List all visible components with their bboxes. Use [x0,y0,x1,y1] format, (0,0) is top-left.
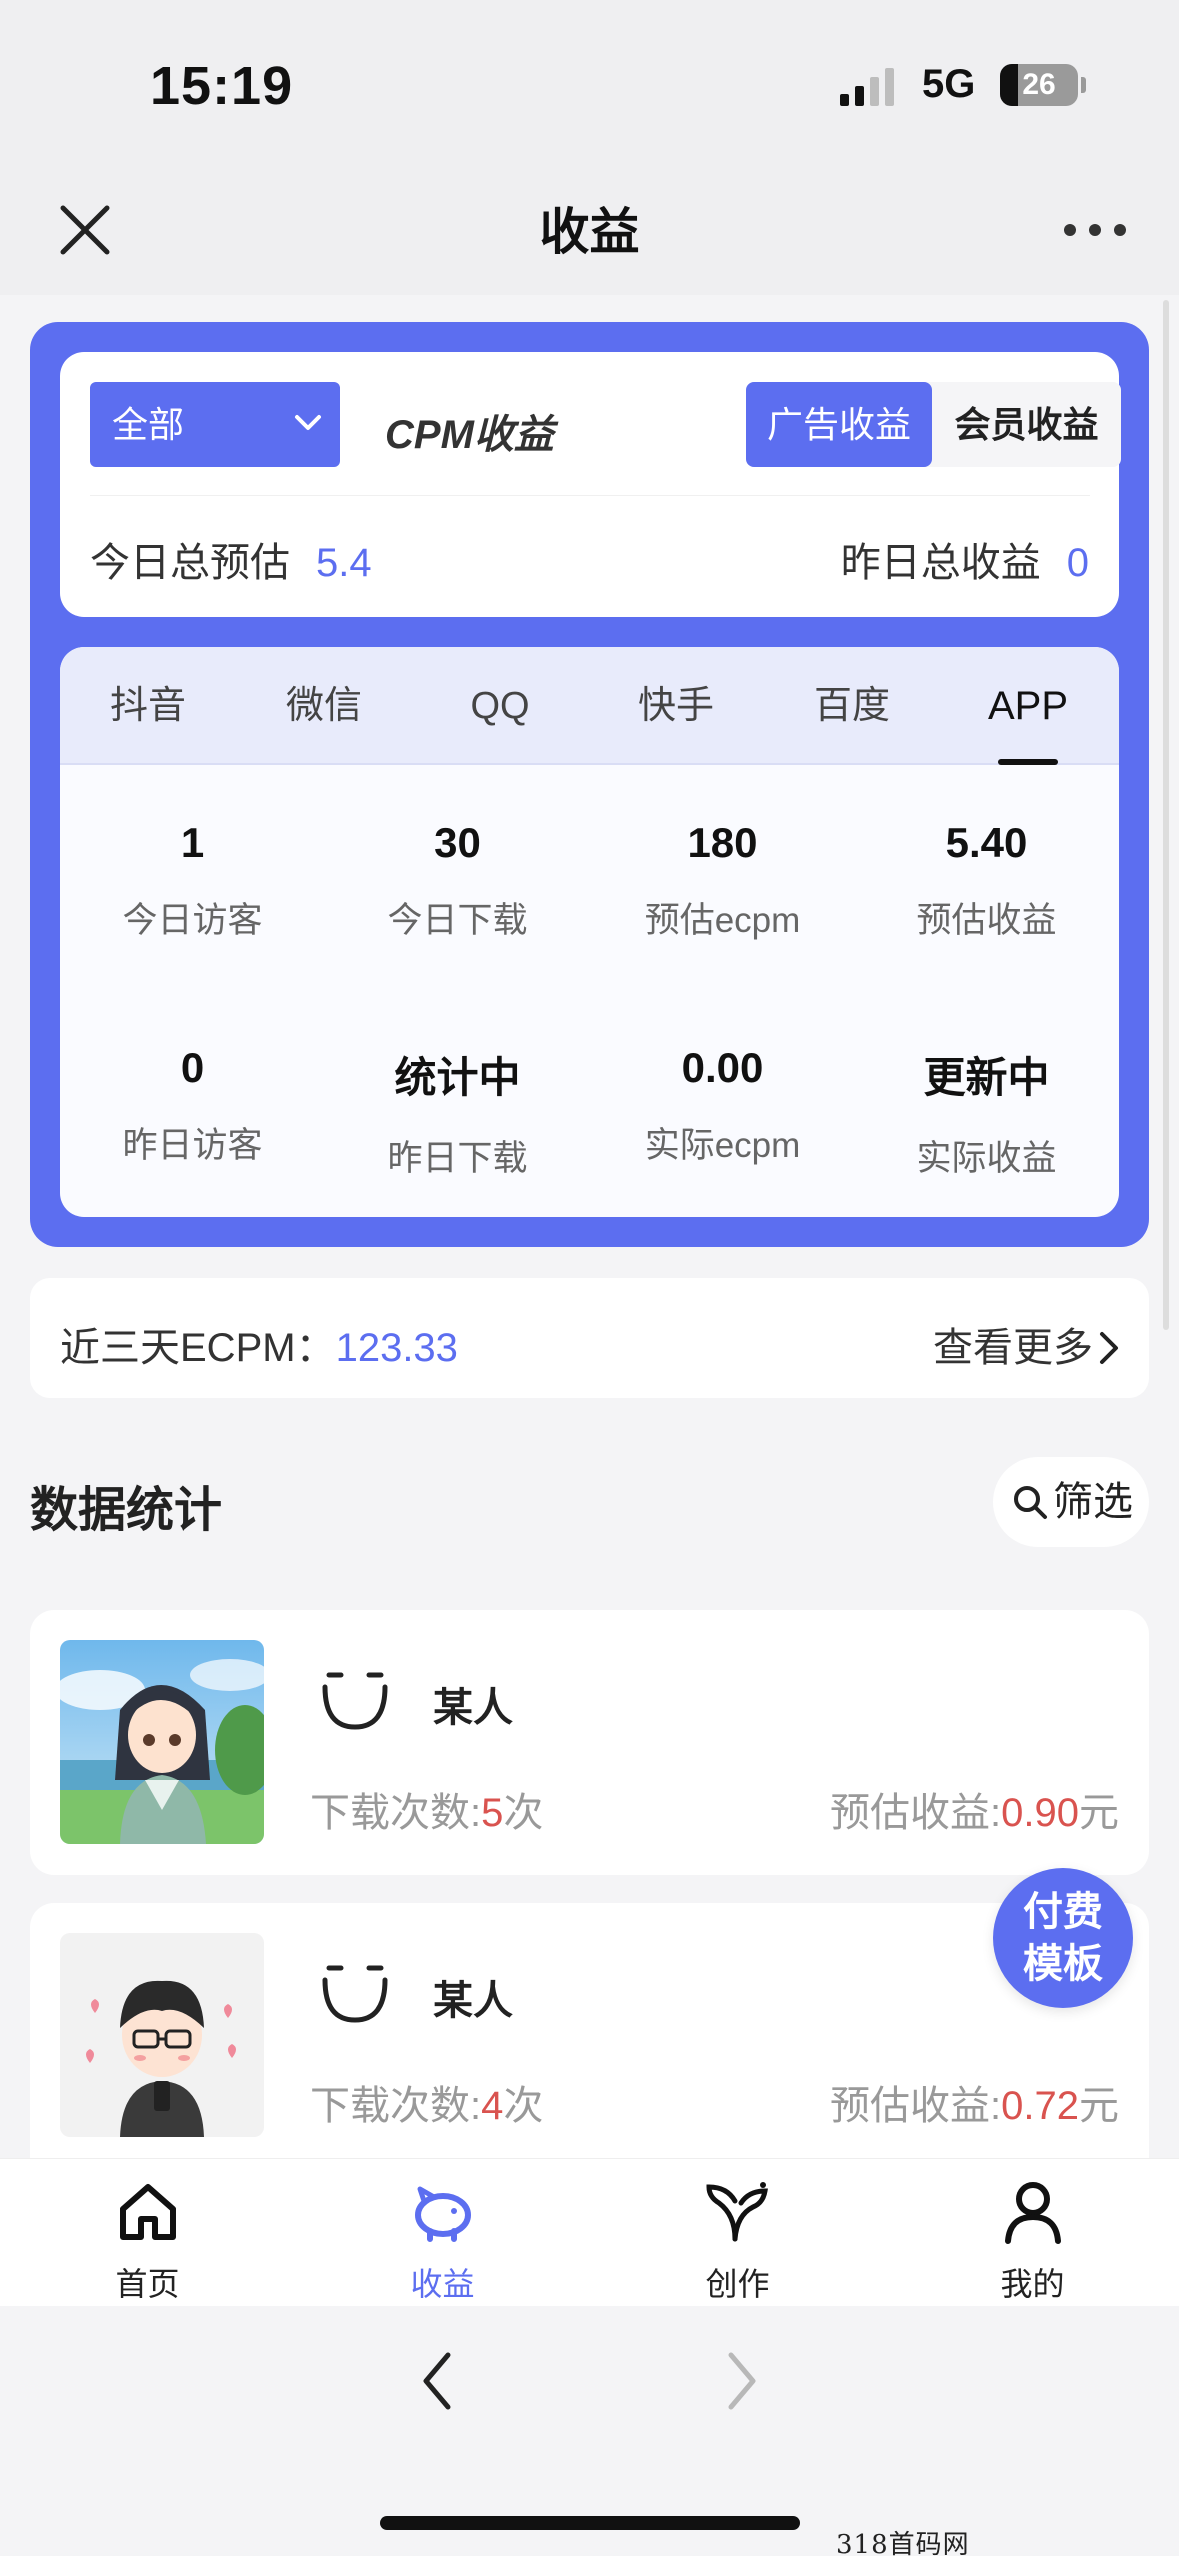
see-more-link[interactable]: 查看更多 [933,1315,1119,1373]
today-estimate-value: 5.4 [316,541,372,585]
browser-toolbar: 318首码网 www.e318.com [0,2306,1179,2556]
download-count: 下载次数:4次 [310,2084,544,2128]
tab-douyin[interactable]: 抖音 [60,647,236,765]
smile-icon [322,1965,388,2023]
download-count: 下载次数:5次 [310,1791,544,1835]
sprout-icon [706,2182,768,2242]
watermark: 318首码网 www.e318.com [836,2530,970,2556]
chevron-right-icon [1100,1332,1118,1364]
network-label: 5G [922,62,976,106]
scrollbar[interactable] [1163,300,1169,1330]
avatar [60,1640,264,1844]
more-icon[interactable] [1060,220,1130,240]
stat-actual-revenue: 更新中 实际收益 [916,1054,1057,1178]
stat-est-revenue: 5.40 预估收益 [916,819,1057,940]
stat-yesterday-visitors: 0 昨日访客 [122,1044,263,1165]
stat-yesterday-downloads: 统计中 昨日下载 [387,1054,528,1178]
ecpm-summary: 近三天ECPM：123.33 查看更多 [30,1278,1149,1398]
forward-arrow-icon[interactable] [725,2351,759,2411]
search-icon [1014,1486,1047,1519]
earnings-card: 全部 CPM收益 广告收益 会员收益 今日总预估 5.4 昨日总收益 0 抖音 微信… [30,322,1149,1247]
ad-earnings-tab[interactable]: 广告收益 [746,382,932,467]
estimated-revenue: 预估收益:0.72元 [830,2084,1119,2128]
today-estimate: 今日总预估 5.4 [90,541,372,585]
battery-icon: 26 [1000,64,1078,106]
avatar [60,1933,264,2137]
filter-button[interactable]: 筛选 [993,1457,1149,1547]
cpm-label: CPM收益 [385,413,554,457]
smile-icon [322,1672,388,1730]
home-icon [120,2184,176,2240]
piggy-bank-icon [415,2186,471,2242]
tab-create[interactable]: 创作 [590,2159,885,2307]
list-item[interactable]: 某人 下载次数:5次 预估收益:0.90元 [30,1610,1149,1875]
paid-template-button[interactable]: 付费 模板 [993,1868,1133,2008]
tab-earnings[interactable]: 收益 [295,2159,590,2307]
stat-actual-ecpm: 0.00 实际ecpm [644,1044,801,1165]
ecpm-value: 123.33 [335,1326,458,1370]
signal-icon [840,68,894,106]
status-time: 15:19 [150,56,294,116]
earnings-type-toggle: 广告收益 会员收益 [746,382,1121,467]
tab-home[interactable]: 首页 [0,2159,295,2307]
home-indicator [380,2516,800,2530]
vip-earnings-tab[interactable]: 会员收益 [932,382,1121,467]
list-item[interactable]: 某人 下载次数:4次 预估收益:0.72元 [30,1903,1149,2158]
item-name: 某人 [433,1979,513,2023]
bottom-tab-bar: 首页 收益 创作 我的 [0,2158,1179,2306]
nav-bar: 收益 [0,170,1179,295]
tab-qq[interactable]: QQ [412,647,588,765]
tab-app[interactable]: APP [940,647,1116,765]
section-title: 数据统计 [30,1484,223,1537]
stat-today-visitors: 1 今日访客 [122,819,263,940]
back-arrow-icon[interactable] [420,2351,454,2411]
yesterday-total: 昨日总收益 0 [840,541,1089,585]
stats-panel: 抖音 微信 QQ 快手 百度 APP 1 今日访客 30 今日下载 180 预估ecp… [60,647,1119,1217]
estimated-revenue: 预估收益:0.90元 [830,1791,1119,1835]
yesterday-total-value: 0 [1066,541,1089,585]
status-bar: 15:19 5G 26 [0,0,1179,170]
stat-today-downloads: 30 今日下载 [387,819,528,940]
user-icon [1005,2182,1061,2244]
page-title: 收益 [539,204,640,260]
item-name: 某人 [433,1686,513,1730]
stat-est-ecpm: 180 预估ecpm [644,819,801,940]
platform-tabs: 抖音 微信 QQ 快手 百度 APP [60,647,1119,765]
tab-mine[interactable]: 我的 [885,2159,1179,2307]
tab-baidu[interactable]: 百度 [764,647,940,765]
earnings-summary: 全部 CPM收益 广告收益 会员收益 今日总预估 5.4 昨日总收益 0 [60,352,1121,617]
tab-wechat[interactable]: 微信 [236,647,412,765]
tab-kuaishou[interactable]: 快手 [588,647,764,765]
chevron-down-icon [295,415,321,430]
scope-dropdown[interactable]: 全部 [90,382,340,467]
